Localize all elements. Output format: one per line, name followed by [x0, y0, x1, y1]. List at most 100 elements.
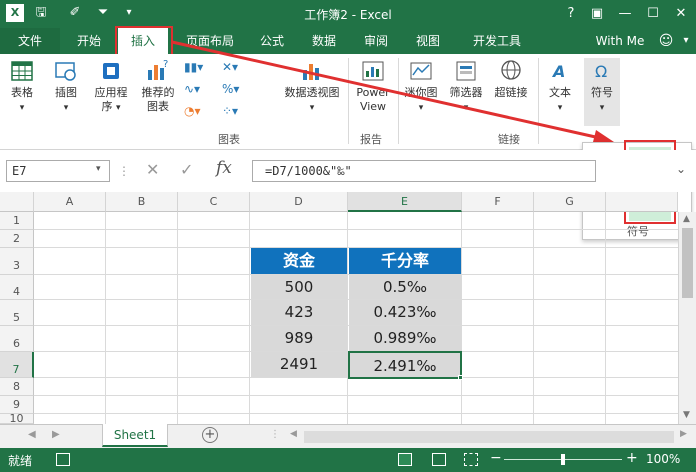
insert-function-icon[interactable]: fx [216, 158, 232, 178]
column-chart-icon[interactable]: ▮▮▾ [184, 60, 203, 74]
column-header-c[interactable]: C [178, 192, 250, 212]
apps-label-line1: 应用程 [94, 86, 128, 99]
next-sheet-icon[interactable]: ▶ [52, 429, 60, 440]
row-header-3[interactable]: 3 [0, 248, 34, 275]
sparklines-button[interactable]: 迷你图 ▾ [402, 58, 440, 115]
header-cell-permille[interactable]: 千分率 [349, 248, 461, 274]
power-view-button[interactable]: Power View [352, 58, 394, 114]
apps-store-icon [103, 63, 119, 79]
enter-check-icon[interactable]: ✓ [180, 160, 193, 179]
macro-record-icon[interactable] [56, 453, 70, 466]
text-button[interactable]: A 文本 ▾ [542, 58, 578, 115]
scrollbar-thumb[interactable] [682, 228, 693, 298]
tab-home[interactable]: 开始 [66, 28, 112, 54]
row-header-9[interactable]: 9 [0, 396, 34, 414]
table-button[interactable]: 表格 ▾ [6, 58, 38, 115]
column-header-b[interactable]: B [106, 192, 178, 212]
column-header-e[interactable]: E [348, 192, 462, 212]
table-cell-e5[interactable]: 0.423‰ [349, 300, 461, 325]
hscroll-left-icon[interactable]: ◀ [290, 429, 297, 439]
scatter-chart-icon[interactable]: ⁘▾ [222, 104, 238, 118]
line-chart-icon[interactable]: ∿▾ [184, 82, 200, 96]
tab-formulas[interactable]: 公式 [250, 28, 294, 54]
scroll-up-icon[interactable]: ▲ [683, 214, 690, 224]
tab-page-layout[interactable]: 页面布局 [178, 28, 242, 54]
table-cell-e6[interactable]: 0.989‰ [349, 326, 461, 351]
power-view-label-line2: View [359, 100, 387, 113]
tab-file[interactable]: 文件 [0, 28, 60, 54]
pie-chart-icon[interactable]: ◔▾ [184, 104, 201, 118]
row-header-2[interactable]: 2 [0, 230, 34, 248]
vertical-scrollbar[interactable]: ▲ ▼ [678, 212, 696, 424]
row-header-10[interactable]: 10 [0, 414, 34, 424]
scroll-down-icon[interactable]: ▼ [683, 410, 690, 420]
grid-line [605, 212, 606, 424]
row-header-6[interactable]: 6 [0, 326, 34, 352]
table-cell-d7[interactable]: 2491 [251, 352, 347, 377]
cancel-icon[interactable]: ✕ [146, 160, 159, 179]
page-layout-view-icon[interactable] [432, 453, 446, 466]
zoom-level[interactable]: 100% [646, 452, 680, 466]
column-header-f[interactable]: F [462, 192, 534, 212]
dropdown-icon[interactable]: ▾ [678, 28, 694, 54]
svg-text:Ω: Ω [595, 62, 607, 81]
user-avatar-icon[interactable]: ☺ [656, 28, 676, 54]
tab-developer[interactable]: 开发工具 [462, 28, 532, 54]
grid-line [347, 212, 348, 424]
select-all-corner[interactable] [0, 192, 34, 212]
ribbon-separator [348, 58, 349, 144]
column-header-extra[interactable] [606, 192, 678, 212]
slicer-icon [456, 61, 476, 81]
row-header-4[interactable]: 4 [0, 275, 34, 300]
row-header-8[interactable]: 8 [0, 378, 34, 396]
apps-button[interactable]: 应用程序 ▾ [90, 58, 132, 115]
tab-view[interactable]: 视图 [406, 28, 450, 54]
zoom-in-button[interactable]: + [626, 450, 638, 466]
normal-view-icon[interactable] [398, 453, 412, 466]
illustrations-button[interactable]: 插图 ▾ [50, 58, 82, 115]
zoom-slider-thumb[interactable] [561, 454, 565, 465]
symbols-button[interactable]: Ω 符号 ▾ [584, 58, 620, 126]
illustrations-icon [55, 62, 76, 81]
formula-input[interactable]: =D7/1000&"‰" [252, 160, 596, 182]
column-header-g[interactable]: G [534, 192, 606, 212]
minimize-button[interactable]: — [610, 0, 640, 28]
row-header-5[interactable]: 5 [0, 300, 34, 326]
hierarchy-chart-icon[interactable]: ✕▾ [222, 60, 238, 74]
row-header-7[interactable]: 7 [0, 352, 34, 378]
tab-data[interactable]: 数据 [302, 28, 346, 54]
sparklines-icon [410, 62, 432, 80]
prev-sheet-icon[interactable]: ◀ [28, 429, 36, 440]
filters-button[interactable]: 筛选器 ▾ [446, 58, 486, 115]
name-box-dropdown-icon[interactable]: ▾ [96, 164, 101, 174]
row-header-1[interactable]: 1 [0, 212, 34, 230]
fill-handle[interactable] [458, 375, 463, 380]
maximize-button[interactable]: ☐ [638, 0, 668, 28]
new-sheet-icon[interactable]: + [202, 427, 218, 443]
power-view-label-line1: Power [356, 86, 390, 99]
table-cell-e4[interactable]: 0.5‰ [349, 275, 461, 299]
column-header-d[interactable]: D [250, 192, 348, 212]
expand-formula-bar-icon[interactable]: ⌄ [676, 162, 686, 176]
pivot-chart-button[interactable]: 数据透视图 ▾ [280, 58, 344, 115]
name-box[interactable]: E7 [6, 160, 110, 182]
table-cell-d6[interactable]: 989 [251, 326, 347, 351]
horizontal-scrollbar-thumb[interactable] [304, 431, 674, 443]
header-cell-funds[interactable]: 资金 [251, 248, 347, 274]
hscroll-right-icon[interactable]: ▶ [680, 429, 687, 439]
table-cell-d5[interactable]: 423 [251, 300, 347, 325]
tab-review[interactable]: 审阅 [354, 28, 398, 54]
hyperlink-button[interactable]: 超链接 [490, 58, 532, 100]
table-cell-d4[interactable]: 500 [251, 275, 347, 299]
page-break-view-icon[interactable] [464, 453, 478, 466]
waterfall-chart-icon[interactable]: %▾ [222, 82, 239, 96]
ribbon-display-options-button[interactable]: ▣ [582, 0, 612, 28]
user-account[interactable]: With Me [588, 28, 652, 54]
close-button[interactable]: ✕ [666, 0, 696, 28]
column-header-a[interactable]: A [34, 192, 106, 212]
zoom-out-button[interactable]: − [490, 450, 502, 466]
sheet-tab-sheet1[interactable]: Sheet1 [102, 424, 168, 447]
chart-types-grid: ▮▮▾ ✕▾ ∿▾ %▾ ◔▾ ⁘▾ [184, 60, 256, 126]
recommended-charts-button[interactable]: ? 推荐的 图表 [138, 58, 178, 114]
active-cell-e7[interactable]: 2.491‰ [348, 351, 462, 379]
